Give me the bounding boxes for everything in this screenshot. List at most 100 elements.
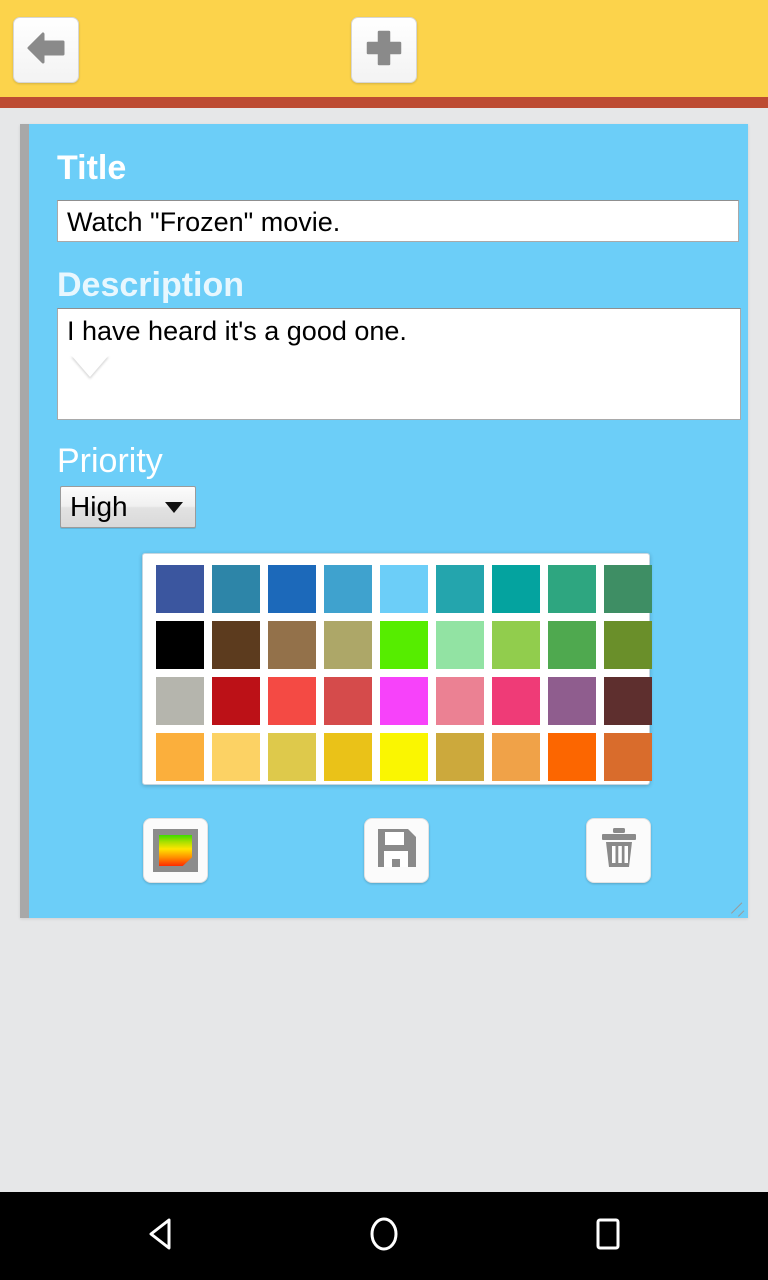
chevron-down-icon [165, 501, 183, 513]
palette-icon [153, 829, 198, 872]
color-swatch-fill [548, 733, 596, 781]
description-label: Description [57, 266, 245, 304]
color-swatch-fill [548, 621, 596, 669]
nav-recent-square-icon [592, 1216, 624, 1257]
color-swatch[interactable] [208, 673, 264, 729]
trash-icon [598, 826, 640, 875]
color-swatch-fill [604, 733, 652, 781]
color-swatch[interactable] [432, 561, 488, 617]
save-button[interactable] [364, 818, 429, 883]
color-swatch[interactable] [600, 729, 656, 785]
color-swatch[interactable] [320, 673, 376, 729]
color-swatch-fill [436, 621, 484, 669]
color-swatch[interactable] [152, 561, 208, 617]
floppy-disk-icon [375, 826, 419, 875]
color-swatch-fill [212, 677, 260, 725]
color-swatch-grid [152, 561, 656, 785]
color-swatch-fill [492, 733, 540, 781]
color-swatch-fill [212, 733, 260, 781]
arrow-left-icon [26, 31, 66, 70]
color-swatch-fill [492, 621, 540, 669]
color-swatch-fill [268, 565, 316, 613]
color-swatch-fill [324, 733, 372, 781]
nav-back-triangle-icon [143, 1216, 177, 1257]
color-swatch[interactable] [152, 673, 208, 729]
color-swatch[interactable] [488, 617, 544, 673]
android-navigation-bar [0, 1192, 768, 1280]
color-swatch[interactable] [208, 617, 264, 673]
color-swatch[interactable] [600, 673, 656, 729]
color-swatch-fill [268, 733, 316, 781]
color-swatch[interactable] [600, 561, 656, 617]
color-swatch[interactable] [544, 617, 600, 673]
color-swatch[interactable] [432, 729, 488, 785]
nav-back-button[interactable] [85, 1192, 235, 1280]
nav-home-button[interactable] [309, 1192, 459, 1280]
priority-select[interactable]: High [60, 486, 196, 528]
color-swatch-fill [268, 677, 316, 725]
color-swatch-fill [156, 733, 204, 781]
color-swatch[interactable] [432, 673, 488, 729]
color-swatch[interactable] [544, 673, 600, 729]
color-swatch[interactable] [488, 561, 544, 617]
color-swatch[interactable] [320, 617, 376, 673]
color-swatch-fill [268, 621, 316, 669]
color-swatch-fill [492, 677, 540, 725]
color-swatch-fill [380, 621, 428, 669]
color-swatch-fill [436, 565, 484, 613]
color-swatch-fill [380, 565, 428, 613]
color-swatch[interactable] [320, 561, 376, 617]
color-swatch-fill [156, 677, 204, 725]
color-swatch[interactable] [544, 729, 600, 785]
color-swatch-fill [212, 565, 260, 613]
color-swatch[interactable] [488, 673, 544, 729]
color-swatch[interactable] [376, 673, 432, 729]
priority-label: Priority [57, 442, 163, 480]
color-swatch[interactable] [320, 729, 376, 785]
color-swatch-fill [436, 677, 484, 725]
color-swatch[interactable] [208, 561, 264, 617]
plus-icon [366, 30, 402, 71]
color-swatch[interactable] [264, 561, 320, 617]
color-swatch[interactable] [376, 729, 432, 785]
color-swatch-fill [548, 565, 596, 613]
color-picker-button[interactable] [143, 818, 208, 883]
color-swatch[interactable] [432, 617, 488, 673]
color-swatch[interactable] [600, 617, 656, 673]
color-swatch[interactable] [264, 617, 320, 673]
color-palette-popup[interactable] [142, 553, 652, 785]
color-swatch[interactable] [376, 617, 432, 673]
color-swatch-fill [324, 565, 372, 613]
color-swatch[interactable] [488, 729, 544, 785]
delete-button[interactable] [586, 818, 651, 883]
color-swatch-fill [212, 621, 260, 669]
color-swatch[interactable] [264, 673, 320, 729]
title-input[interactable]: Watch "Frozen" movie. [57, 200, 739, 242]
color-swatch-fill [156, 621, 204, 669]
color-swatch[interactable] [264, 729, 320, 785]
description-input[interactable]: I have heard it's a good one. [57, 308, 741, 420]
color-swatch-fill [604, 621, 652, 669]
color-swatch-fill [548, 677, 596, 725]
nav-recent-apps-button[interactable] [533, 1192, 683, 1280]
nav-home-circle-icon [366, 1214, 402, 1259]
color-swatch-fill [436, 733, 484, 781]
color-swatch-fill [156, 565, 204, 613]
task-card: Title Watch "Frozen" movie. Description … [20, 124, 748, 918]
color-swatch[interactable] [376, 561, 432, 617]
color-swatch[interactable] [152, 729, 208, 785]
back-button[interactable] [13, 17, 79, 83]
add-task-button[interactable] [351, 17, 417, 83]
priority-selected-value: High [70, 491, 128, 522]
color-swatch[interactable] [544, 561, 600, 617]
header-divider [0, 97, 768, 108]
palette-popup-arrow [71, 355, 109, 377]
color-swatch-fill [324, 677, 372, 725]
title-label: Title [57, 149, 127, 187]
color-swatch[interactable] [152, 617, 208, 673]
color-swatch-fill [604, 565, 652, 613]
textarea-resize-grip[interactable] [732, 903, 746, 917]
app-bar [0, 0, 768, 97]
color-swatch-fill [380, 677, 428, 725]
color-swatch[interactable] [208, 729, 264, 785]
